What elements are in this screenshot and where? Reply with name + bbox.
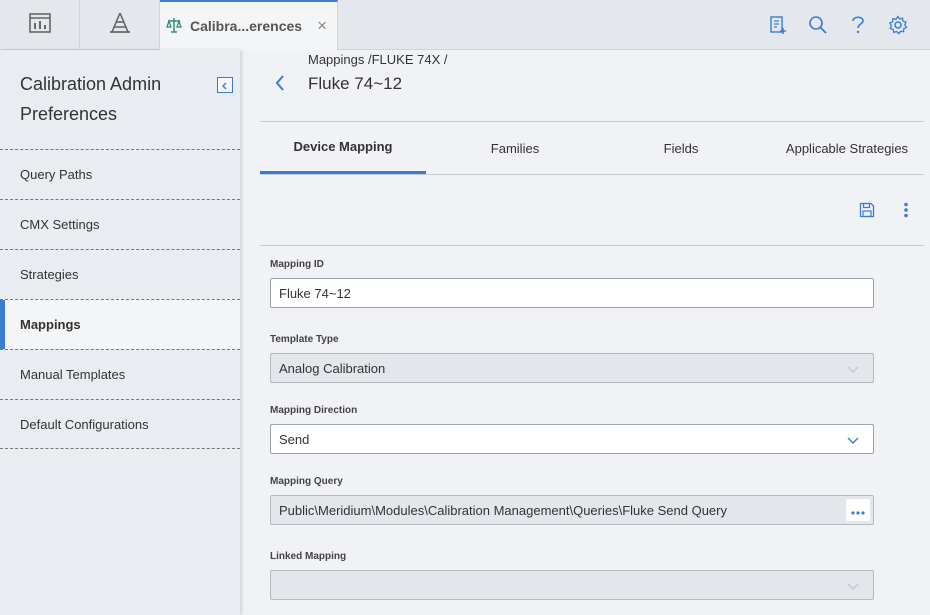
sidebar-item-query-paths[interactable]: Query Paths (0, 149, 240, 199)
mapping-direction-label: Mapping Direction (270, 405, 358, 416)
close-icon[interactable]: × (317, 16, 327, 36)
help-icon[interactable] (838, 5, 878, 45)
sidebar-item-label: Mappings (20, 317, 81, 332)
tab-applicable-strategies[interactable]: Applicable Strategies (758, 122, 930, 174)
chevron-left-icon (221, 78, 229, 93)
sidebar-item-mappings[interactable]: Mappings (0, 299, 240, 349)
sidebar-item-cmx-settings[interactable]: CMX Settings (0, 199, 240, 249)
scales-icon (166, 17, 182, 36)
ellipsis-icon (851, 503, 865, 518)
tab-fields[interactable]: Fields (604, 122, 758, 174)
sidebar-item-label: Strategies (20, 267, 79, 282)
sidebar: Calibration Admin Preferences Query Path… (0, 50, 240, 615)
sidebar-item-default-configurations[interactable]: Default Configurations (0, 399, 240, 449)
sidebar-item-manual-templates[interactable]: Manual Templates (0, 349, 240, 399)
sidebar-item-label: Query Paths (20, 167, 93, 182)
mapping-id-label: Mapping ID (270, 259, 324, 270)
chevron-down-icon (847, 433, 859, 448)
mapping-direction-value: Send (279, 431, 310, 447)
more-options-button[interactable] (894, 200, 918, 222)
more-vertical-icon (903, 202, 909, 221)
dashboard-icon (28, 13, 51, 36)
divider (260, 174, 924, 175)
save-button[interactable] (855, 200, 879, 222)
mapping-direction-select[interactable]: Send (270, 424, 874, 454)
back-button[interactable] (270, 74, 290, 94)
sidebar-title: Calibration Admin Preferences (20, 74, 162, 124)
tower-icon (108, 12, 132, 37)
collapse-sidebar-button[interactable] (217, 77, 233, 93)
template-type-value: Analog Calibration (279, 360, 386, 376)
sidebar-item-strategies[interactable]: Strategies (0, 249, 240, 299)
asset-hierarchy-button[interactable] (80, 0, 160, 49)
sidebar-item-label: Manual Templates (20, 367, 126, 382)
mapping-query-value: Public\Meridium\Modules\Calibration Mana… (279, 502, 727, 518)
mapping-query-label: Mapping Query (270, 476, 343, 487)
main-content: Mappings /FLUKE 74X / Fluke 74~12 Device… (240, 50, 930, 615)
sidebar-item-label: Default Configurations (20, 416, 149, 432)
new-document-icon[interactable] (758, 5, 798, 45)
tab-bar: Device Mapping Families Fields Applicabl… (260, 122, 924, 174)
sidebar-nav: Query Paths CMX Settings Strategies Mapp… (0, 149, 240, 449)
chevron-down-icon (847, 579, 859, 594)
mapping-query-field: Public\Meridium\Modules\Calibration Mana… (270, 495, 874, 525)
chevron-down-icon (847, 362, 859, 377)
top-right-toolbar (758, 0, 918, 50)
top-bar: Calibra...erences × (0, 0, 930, 50)
save-icon (859, 202, 875, 221)
template-type-select: Analog Calibration (270, 353, 874, 383)
divider (260, 245, 924, 246)
gear-icon[interactable] (878, 5, 918, 45)
linked-mapping-label: Linked Mapping (270, 551, 347, 562)
sidebar-item-label: CMX Settings (20, 217, 100, 232)
tab-calibration-preferences[interactable]: Calibra...erences × (160, 0, 338, 50)
tab-device-mapping[interactable]: Device Mapping (260, 122, 426, 174)
linked-mapping-select (270, 570, 874, 600)
tab-families[interactable]: Families (426, 122, 604, 174)
dashboard-button[interactable] (0, 0, 80, 49)
mapping-id-field[interactable] (270, 278, 874, 308)
query-browse-button[interactable] (846, 499, 870, 521)
template-type-label: Template Type (270, 334, 339, 345)
mapping-id-input[interactable] (279, 285, 839, 301)
chevron-left-icon (274, 74, 286, 95)
tab-label: Calibra...erences (190, 18, 303, 34)
page-title: Fluke 74~12 (308, 74, 403, 93)
breadcrumb[interactable]: Mappings /FLUKE 74X / (308, 52, 447, 67)
search-icon[interactable] (798, 5, 838, 45)
